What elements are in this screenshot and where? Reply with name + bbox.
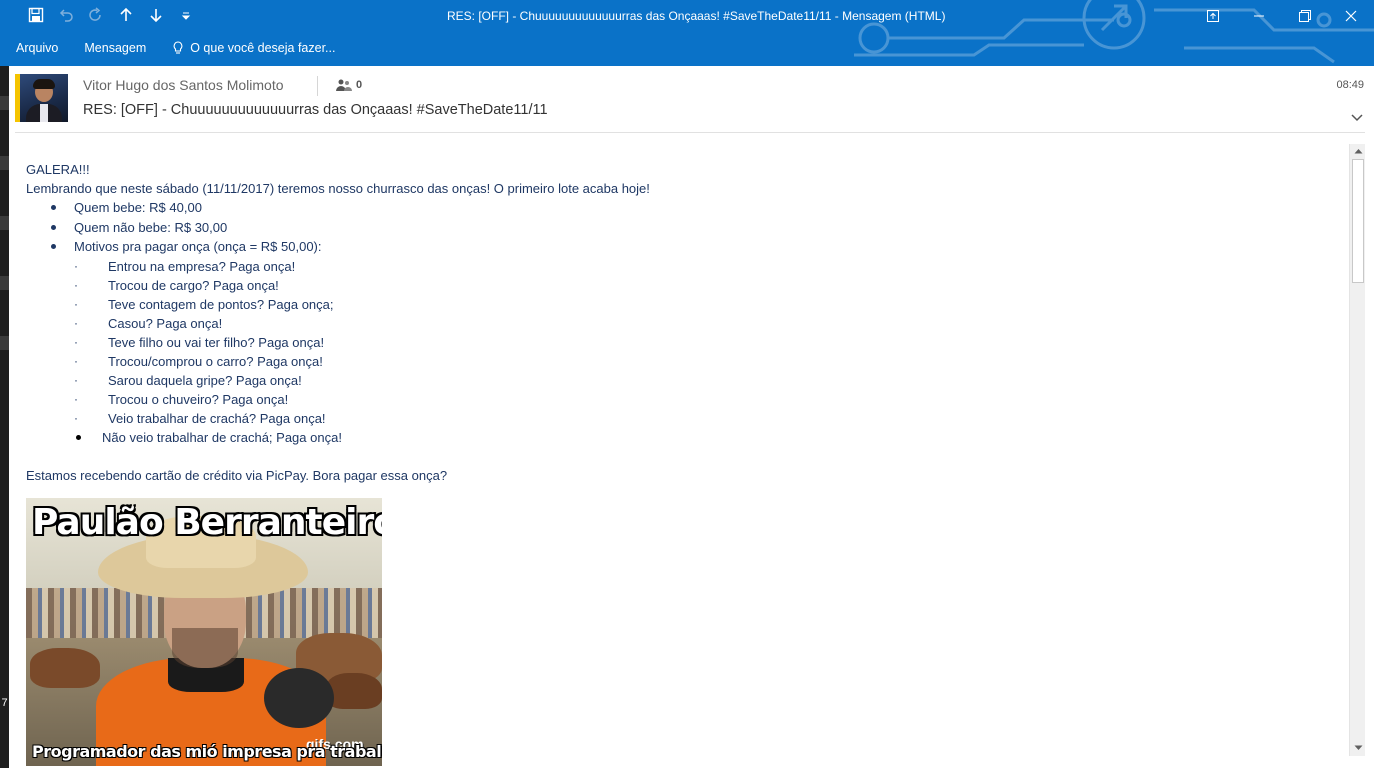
- list-item: · Teve contagem de pontos? Paga onça;: [74, 296, 334, 312]
- vertical-scrollbar[interactable]: [1349, 144, 1365, 756]
- list-item: Quem não bebe: R$ 30,00: [26, 218, 650, 238]
- closing-line: Estamos recebendo cartão de crédito via …: [26, 467, 448, 483]
- tell-me-search[interactable]: O que você deseja fazer...: [172, 41, 335, 55]
- tell-me-label: O que você deseja fazer...: [190, 41, 336, 55]
- sender-name[interactable]: Vitor Hugo dos Santos Molimoto: [83, 77, 284, 93]
- redo-icon[interactable]: [84, 4, 108, 26]
- scroll-thumb[interactable]: [1352, 159, 1364, 283]
- greeting: GALERA!!!: [26, 162, 90, 177]
- chevron-up-icon: [1354, 149, 1362, 154]
- list-item: Motivos pra pagar onça (onça = R$ 50,00)…: [26, 237, 650, 257]
- customize-qat-icon[interactable]: [174, 4, 198, 26]
- list-item: · Entrou na empresa? Paga onça!: [74, 258, 296, 274]
- list-item: · Trocou/comprou o carro? Paga onça!: [74, 353, 323, 369]
- meme-gif[interactable]: Paulão Berranteiro gifs.com Programador …: [26, 498, 382, 766]
- list-item: · Trocou de cargo? Paga onça!: [74, 277, 279, 293]
- save-icon[interactable]: [24, 4, 48, 26]
- avatar[interactable]: [15, 74, 68, 122]
- chevron-down-icon: [1354, 745, 1362, 750]
- previous-item-icon[interactable]: [114, 4, 138, 26]
- message-text: GALERA!!! Lembrando que neste sábado (11…: [26, 160, 650, 485]
- window-title: RES: [OFF] - Chuuuuuuuuuuuuurras das Onç…: [447, 9, 946, 23]
- list-item: · Teve filho ou vai ter filho? Paga onça!: [74, 334, 325, 350]
- minimize-button[interactable]: [1236, 0, 1282, 32]
- gif-caption-bottom: Programador das mió impresa pra trabalha: [32, 742, 382, 761]
- header-separator: [15, 132, 1374, 133]
- window-right-edge: [1365, 66, 1374, 768]
- sent-time: 08:49: [1336, 79, 1364, 91]
- reasons-list: · Entrou na empresa? Paga onça! · Trocou d…: [26, 257, 650, 447]
- scroll-down-button[interactable]: [1350, 741, 1366, 755]
- ribbon-display-options-button[interactable]: [1190, 0, 1236, 32]
- avatar-photo: [20, 74, 68, 122]
- gif-caption-top: Paulão Berranteiro: [32, 502, 382, 543]
- chevron-down-icon[interactable]: [1350, 112, 1364, 122]
- background-window-number: 7: [1, 697, 8, 709]
- scroll-up-button[interactable]: [1350, 144, 1366, 158]
- list-item: · Casou? Paga onça!: [74, 315, 223, 331]
- restore-button[interactable]: [1282, 0, 1328, 32]
- list-item: · Veio trabalhar de crachá? Paga onça!: [74, 410, 326, 426]
- lightbulb-icon: [173, 41, 183, 54]
- intro-line: Lembrando que neste sábado (11/11/2017) …: [26, 181, 650, 196]
- close-button[interactable]: [1328, 0, 1374, 32]
- price-list: Quem bebe: R$ 40,00 Quem não bebe: R$ 30…: [26, 198, 650, 257]
- background-window-strip: [0, 66, 9, 768]
- message-body: GALERA!!! Lembrando que neste sábado (11…: [9, 134, 1348, 768]
- people-icon: [336, 79, 352, 91]
- tab-mensagem[interactable]: Mensagem: [84, 41, 146, 55]
- people-count[interactable]: 0: [336, 79, 362, 91]
- message-header: Vitor Hugo dos Santos Molimoto 0 08:49 R…: [9, 66, 1374, 134]
- undo-icon[interactable]: [54, 4, 78, 26]
- list-item: · Sarou daquela gripe? Paga onça!: [74, 372, 302, 388]
- title-bar: RES: [OFF] - Chuuuuuuuuuuuuurras das Onç…: [0, 0, 1374, 66]
- header-divider: [317, 76, 318, 96]
- people-count-value: 0: [356, 79, 363, 91]
- list-item: · Trocou o chuveiro? Paga onça!: [74, 391, 289, 407]
- message-subject: RES: [OFF] - Chuuuuuuuuuuuuurras das Onç…: [83, 102, 548, 118]
- tab-arquivo[interactable]: Arquivo: [16, 41, 58, 55]
- list-item: Quem bebe: R$ 40,00: [26, 198, 650, 218]
- next-item-icon[interactable]: [144, 4, 168, 26]
- list-item: Não veio trabalhar de crachá; Paga onça!: [26, 428, 650, 447]
